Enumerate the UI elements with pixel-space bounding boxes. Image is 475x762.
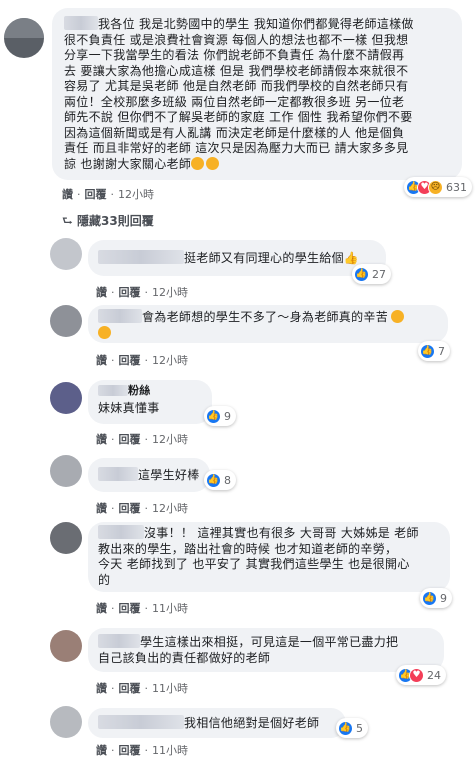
reply-text: 沒事！！ 這裡其實也有很多 大哥哥 大姊姊是 老師 教出來的學生，踏出社會的時候…: [98, 525, 419, 587]
reply-actions: 讚 · 回覆 · 11小時: [96, 602, 188, 615]
avatar[interactable]: [50, 305, 82, 337]
reaction-count: 631: [446, 180, 467, 194]
comment-actions: 讚 · 回覆 · 12小時: [62, 188, 154, 201]
reaction-count: 5: [356, 721, 363, 735]
thumbs-up-emoji: 👍: [343, 251, 360, 265]
commenter-name-redacted[interactable]: [64, 16, 98, 30]
like-button[interactable]: 讚: [96, 744, 107, 757]
reply-button[interactable]: 回覆: [119, 682, 141, 695]
like-button[interactable]: 讚: [96, 354, 107, 367]
timestamp[interactable]: 12小時: [152, 286, 188, 299]
reply-bubble: 會為老師想的學生不多了～身為老師真的辛苦: [88, 305, 448, 343]
comment-text: 我各位 我是北勢國中的學生 我知道你們都覺得老師這樣做 很不負責任 或是浪費社會…: [64, 16, 414, 171]
reply-arrow-icon: ⮑: [62, 214, 73, 228]
like-reaction-icon: 👍: [338, 720, 353, 736]
reply-text: 這學生好棒: [98, 467, 200, 484]
reply-bubble: 粉絲 妹妹真懂事: [88, 380, 212, 424]
avatar[interactable]: [50, 238, 82, 270]
commenter-name-redacted[interactable]: [98, 634, 140, 648]
reply-text: 妹妹真懂事: [98, 401, 160, 415]
reply-bubble: 學生這樣出來相挺，可見這是一個平常已盡力把 自己該負出的責任都做好的老師: [88, 628, 444, 672]
reaction-summary[interactable]: 👍 ♥ ☹ 631: [404, 177, 472, 197]
like-button[interactable]: 讚: [96, 502, 107, 515]
timestamp[interactable]: 12小時: [152, 502, 188, 515]
reply-bubble: 沒事！！ 這裡其實也有很多 大哥哥 大姊姊是 老師 教出來的學生，踏出社會的時候…: [88, 522, 450, 592]
reaction-count: 9: [440, 591, 447, 605]
reaction-count: 7: [438, 344, 445, 358]
show-hidden-replies-link[interactable]: ⮑ 隱藏33則回覆: [62, 212, 154, 233]
timestamp[interactable]: 12小時: [118, 188, 154, 201]
like-button[interactable]: 讚: [96, 433, 107, 446]
sad-reaction-icon: ☹: [428, 179, 443, 195]
reaction-summary[interactable]: 👍 8: [204, 470, 236, 490]
reaction-summary[interactable]: 👍 ♥ 24: [396, 665, 446, 685]
reply-button[interactable]: 回覆: [119, 286, 141, 299]
emoji-icon: [191, 156, 205, 170]
reaction-summary[interactable]: 👍 7: [418, 341, 450, 361]
reply-actions: 讚 · 回覆 · 12小時: [96, 286, 188, 299]
emoji-icon: [391, 310, 405, 323]
reaction-count: 27: [372, 267, 386, 281]
reaction-count: 24: [427, 668, 441, 682]
reply-text: 會為老師想的學生不多了～身為老師真的辛苦: [98, 309, 438, 341]
reply-button[interactable]: 回覆: [119, 602, 141, 615]
reply-text: 我相信他絕對是個好老師: [98, 715, 336, 732]
timestamp[interactable]: 11小時: [152, 744, 188, 757]
like-button[interactable]: 讚: [96, 682, 107, 695]
reply-button[interactable]: 回覆: [85, 188, 107, 201]
avatar[interactable]: [50, 706, 82, 738]
reply-actions: 讚 · 回覆 · 12小時: [96, 433, 188, 446]
reply-actions: 讚 · 回覆 · 11小時: [96, 744, 188, 757]
reply-button[interactable]: 回覆: [119, 744, 141, 757]
reply-button[interactable]: 回覆: [119, 433, 141, 446]
reaction-summary[interactable]: 👍 9: [204, 406, 236, 426]
comment-bubble: 我各位 我是北勢國中的學生 我知道你們都覺得老師這樣做 很不負責任 或是浪費社會…: [52, 8, 462, 180]
avatar[interactable]: [50, 382, 82, 414]
avatar[interactable]: [50, 455, 82, 487]
reaction-summary[interactable]: 👍 27: [352, 264, 391, 284]
like-reaction-icon: 👍: [420, 343, 435, 359]
emoji-icon: [98, 326, 111, 339]
like-reaction-icon: 👍: [354, 266, 369, 282]
timestamp[interactable]: 12小時: [152, 433, 188, 446]
avatar[interactable]: [50, 630, 82, 662]
like-reaction-icon: 👍: [206, 408, 221, 424]
commenter-name-redacted[interactable]: [98, 715, 184, 729]
like-reaction-icon: 👍: [206, 472, 221, 488]
timestamp[interactable]: 11小時: [152, 682, 188, 695]
commenter-name-redacted[interactable]: [98, 467, 138, 481]
reply-button[interactable]: 回覆: [119, 354, 141, 367]
like-button[interactable]: 讚: [62, 188, 73, 201]
reaction-summary[interactable]: 👍 5: [336, 718, 368, 738]
reply-text: 學生這樣出來相挺，可見這是一個平常已盡力把 自己該負出的責任都做好的老師: [98, 634, 399, 665]
reply-text: 挺老師又有同理心的學生給個👍: [98, 250, 376, 267]
love-reaction-icon: ♥: [409, 667, 424, 683]
reply-bubble: 我相信他絕對是個好老師: [88, 708, 346, 738]
avatar[interactable]: [50, 522, 82, 554]
timestamp[interactable]: 11小時: [152, 602, 188, 615]
reply-bubble: 挺老師又有同理心的學生給個👍: [88, 240, 386, 276]
avatar[interactable]: [4, 18, 44, 58]
reply-actions: 讚 · 回覆 · 12小時: [96, 354, 188, 367]
emoji-icon: [206, 156, 220, 170]
commenter-name-redacted[interactable]: [98, 250, 184, 264]
like-button[interactable]: 讚: [96, 286, 107, 299]
commenter-name-redacted[interactable]: [98, 309, 142, 323]
reply-actions: 讚 · 回覆 · 11小時: [96, 682, 188, 695]
like-button[interactable]: 讚: [96, 602, 107, 615]
commenter-name-redacted[interactable]: [98, 525, 144, 539]
reply-bubble: 這學生好棒: [88, 458, 210, 492]
commenter-name-redacted[interactable]: [98, 385, 128, 396]
reaction-count: 9: [224, 409, 231, 423]
reply-author[interactable]: 粉絲: [98, 384, 202, 398]
like-reaction-icon: 👍: [422, 590, 437, 606]
reply-actions: 讚 · 回覆 · 12小時: [96, 502, 188, 515]
reaction-summary[interactable]: 👍 9: [420, 588, 452, 608]
timestamp[interactable]: 12小時: [152, 354, 188, 367]
reaction-count: 8: [224, 473, 231, 487]
reply-button[interactable]: 回覆: [119, 502, 141, 515]
